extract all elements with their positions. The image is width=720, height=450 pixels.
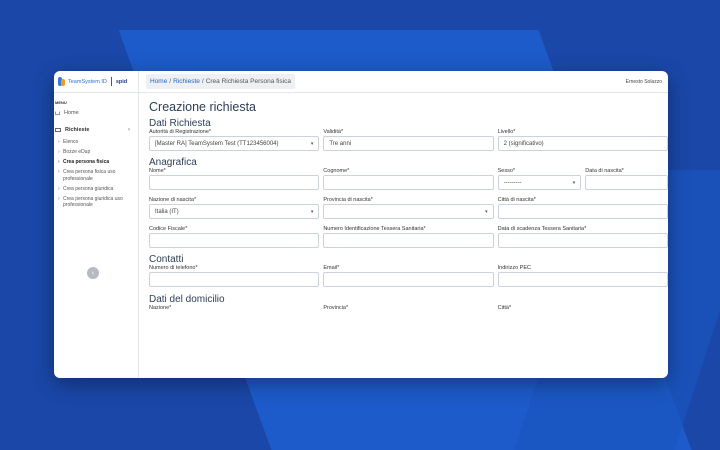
main-content: Creazione richiesta Dati Richiesta Autor… — [139, 93, 668, 378]
sidebar-item-bozze[interactable]: › Bozze eDup — [54, 149, 138, 156]
breadcrumb-home[interactable]: Home — [150, 78, 167, 85]
section-title: Anagrafica — [149, 157, 197, 168]
citta-nascita-select[interactable] — [497, 204, 668, 219]
sidebar-item-label: Bozze eDup — [63, 149, 91, 155]
sidebar-item-label: Home — [64, 110, 79, 116]
chevron-left-icon: ‹ — [128, 127, 130, 133]
list-icon — [55, 128, 61, 132]
collapse-sidebar-button[interactable]: ‹ — [87, 267, 99, 279]
breadcrumb-current: Crea Richiesta Persona fisica — [205, 78, 291, 85]
sidebar-item-crea-persona-giuridica-professionale[interactable]: › Crea persona giuridica uso professional… — [54, 196, 138, 209]
select-value: --------- — [503, 179, 522, 186]
sidebar-item-label: Elenco — [63, 139, 79, 145]
sidebar-item-label: Crea persona giuridica uso professionale — [63, 195, 123, 209]
sesso-select[interactable]: --------- ▾ — [497, 175, 582, 190]
section-title: Contatti — [149, 254, 184, 265]
user-name[interactable]: Ernesto Solazzo — [626, 79, 668, 85]
sidebar-item-crea-persona-giuridica[interactable]: › Crea persona giuridica — [54, 186, 138, 193]
home-icon — [55, 111, 60, 115]
cognome-input[interactable] — [323, 175, 494, 190]
caret-down-icon: ▾ — [485, 208, 488, 215]
tessera-sanitaria-input[interactable] — [323, 233, 494, 248]
caret-down-icon: ▾ — [310, 140, 314, 147]
field-label: Provincia di nascita* — [323, 197, 373, 203]
breadcrumb: Home / Richieste / Crea Richiesta Person… — [146, 74, 295, 89]
brand[interactable]: TeamSystem ID spid — [54, 71, 139, 93]
telefono-input[interactable] — [149, 272, 320, 287]
pec-input[interactable] — [497, 272, 668, 287]
field-label: Nazione* — [149, 305, 172, 311]
section-title: Dati del domicilio — [149, 294, 225, 305]
field-label: Sesso* — [497, 168, 516, 174]
livello-select[interactable]: 2 (significativo) — [497, 136, 668, 151]
page-title: Creazione richiesta — [149, 100, 256, 114]
sidebar-group-label: Richieste — [65, 127, 90, 133]
sidebar-item-elenco[interactable]: › Elenco — [54, 139, 138, 146]
section-title: Dati Richiesta — [149, 118, 211, 129]
field-label: Numero di telefono* — [149, 265, 198, 271]
field-label: Numero Identificazione Tessera Sanitaria… — [323, 226, 426, 232]
field-label: Livello* — [497, 129, 516, 135]
field-label: Città* — [497, 305, 512, 311]
validita-select[interactable]: Tre anni — [323, 136, 494, 151]
field-label: Nome* — [149, 168, 166, 174]
codice-fiscale-input[interactable] — [149, 233, 320, 248]
field-label: Validità* — [323, 129, 344, 135]
select-value: [Master RA] TeamSystem Test (TT123456004… — [155, 140, 279, 147]
sidebar-item-label: Crea persona fisica — [63, 159, 110, 165]
scadenza-tessera-input[interactable] — [497, 233, 668, 248]
field-label: Provincia* — [323, 305, 349, 311]
sidebar-group-richieste[interactable]: Richieste ‹ — [54, 127, 138, 133]
field-label: Data di scadenza Tessera Sanitaria* — [497, 226, 587, 232]
field-label: Cognome* — [323, 168, 350, 174]
brand-name: TeamSystem ID — [68, 78, 107, 85]
app-window: TeamSystem ID spid Home / Richieste / Cr… — [54, 71, 668, 378]
autorita-select[interactable]: [Master RA] TeamSystem Test (TT123456004… — [149, 136, 320, 151]
field-label: Indirizzo PEC — [497, 265, 531, 271]
field-label: Nazione di nascita* — [149, 197, 197, 203]
spid-label: spid — [115, 78, 128, 85]
sidebar-item-home[interactable]: Home — [54, 110, 138, 116]
sidebar: MENU Home Richieste ‹ › Elenco › Bozze eDu… — [54, 93, 139, 378]
caret-down-icon: ▾ — [572, 179, 576, 186]
select-value: 2 (significativo) — [503, 140, 544, 147]
sidebar-item-label: Crea persona fisica uso professionale — [63, 169, 116, 182]
breadcrumb-separator: / — [169, 78, 172, 85]
breadcrumb-separator: / — [201, 78, 204, 85]
brand-separator — [110, 77, 112, 86]
field-label: Città di nascita* — [497, 197, 536, 203]
menu-label: MENU — [55, 100, 67, 105]
breadcrumb-richieste[interactable]: Richieste — [173, 78, 200, 85]
nazione-nascita-select[interactable]: Italia (IT) ▾ — [149, 204, 320, 219]
data-nascita-input[interactable] — [585, 175, 668, 190]
caret-down-icon: ▾ — [310, 208, 314, 215]
field-label: Data di nascita* — [585, 168, 624, 174]
top-bar: TeamSystem ID spid Home / Richieste / Cr… — [54, 71, 668, 93]
sidebar-item-crea-persona-fisica[interactable]: › Crea persona fisica — [54, 159, 138, 166]
field-label: Autorità di Registrazione* — [149, 129, 212, 135]
select-value: Tre anni — [329, 140, 352, 147]
select-value: Italia (IT) — [155, 208, 179, 215]
provincia-nascita-select[interactable]: ▾ — [323, 204, 494, 219]
chevron-left-icon: ‹ — [91, 269, 95, 277]
sidebar-item-crea-persona-fisica-professionale[interactable]: › Crea persona fisica uso professionale — [54, 169, 138, 182]
teamsystem-logo-icon — [58, 77, 66, 86]
nome-input[interactable] — [149, 175, 320, 190]
field-label: Codice Fiscale* — [149, 226, 188, 232]
sidebar-item-label: Crea persona giuridica — [63, 185, 114, 192]
field-label: Email* — [323, 265, 340, 271]
email-input[interactable] — [323, 272, 494, 287]
